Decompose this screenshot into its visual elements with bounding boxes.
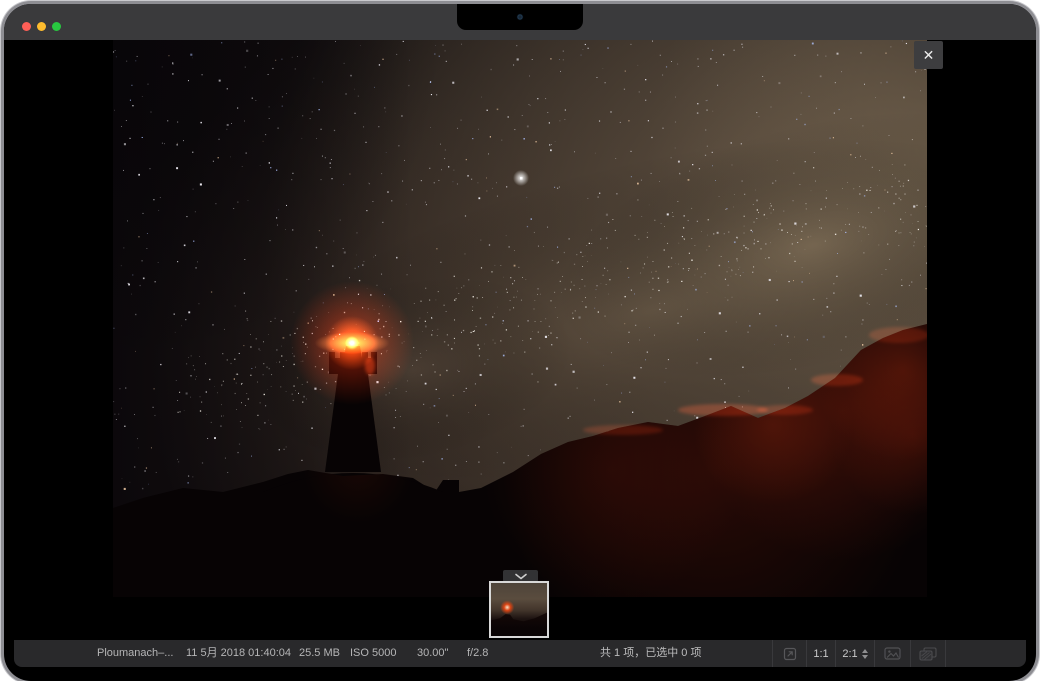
zoom-ratio-label: 2:1	[842, 648, 857, 660]
thumbnail-image	[491, 583, 547, 636]
stepper-up-icon	[862, 649, 868, 653]
camera-icon	[518, 15, 523, 20]
macbook-screen: ✕ Ploumanach–... 11 5月 2018 01:40:04 25.…	[4, 4, 1036, 681]
filename-label: Ploumanach–...	[97, 640, 173, 667]
close-viewer-button[interactable]: ✕	[914, 41, 943, 69]
datetime-label: 11 5月 2018 01:40:04	[186, 640, 291, 667]
zoom-ratio-control[interactable]: 2:1	[835, 640, 874, 667]
stepper-down-icon	[862, 655, 868, 659]
photo-viewer	[113, 40, 927, 597]
actual-size-label: 1:1	[813, 648, 828, 660]
thumbnail[interactable]	[489, 581, 549, 638]
filesize-label: 25.5 MB	[299, 640, 340, 667]
compare-stack-icon	[919, 647, 937, 661]
image-view-button[interactable]	[874, 640, 910, 667]
compare-button[interactable]	[910, 640, 946, 667]
display-notch	[457, 4, 583, 30]
viewer-controls: 1:1 2:1	[772, 640, 946, 667]
chevron-down-icon	[514, 573, 528, 580]
statusbar: Ploumanach–... 11 5月 2018 01:40:04 25.5 …	[14, 640, 1026, 667]
traffic-light-minimize[interactable]	[37, 22, 46, 31]
traffic-light-close[interactable]	[22, 22, 31, 31]
titlebar	[4, 4, 1036, 40]
zoom-ratio-stepper[interactable]	[862, 649, 868, 659]
image-icon	[884, 647, 901, 660]
selection-summary: 共 1 项，已选中 0 项	[600, 640, 701, 667]
photo[interactable]	[113, 40, 927, 597]
expand-button[interactable]	[772, 640, 806, 667]
exposure-label: 30.00"	[417, 640, 448, 667]
actual-size-button[interactable]: 1:1	[806, 640, 835, 667]
expand-icon	[783, 647, 797, 661]
iso-label: ISO 5000	[350, 640, 396, 667]
close-icon: ✕	[923, 48, 935, 62]
traffic-light-zoom[interactable]	[52, 22, 61, 31]
aperture-label: f/2.8	[467, 640, 488, 667]
